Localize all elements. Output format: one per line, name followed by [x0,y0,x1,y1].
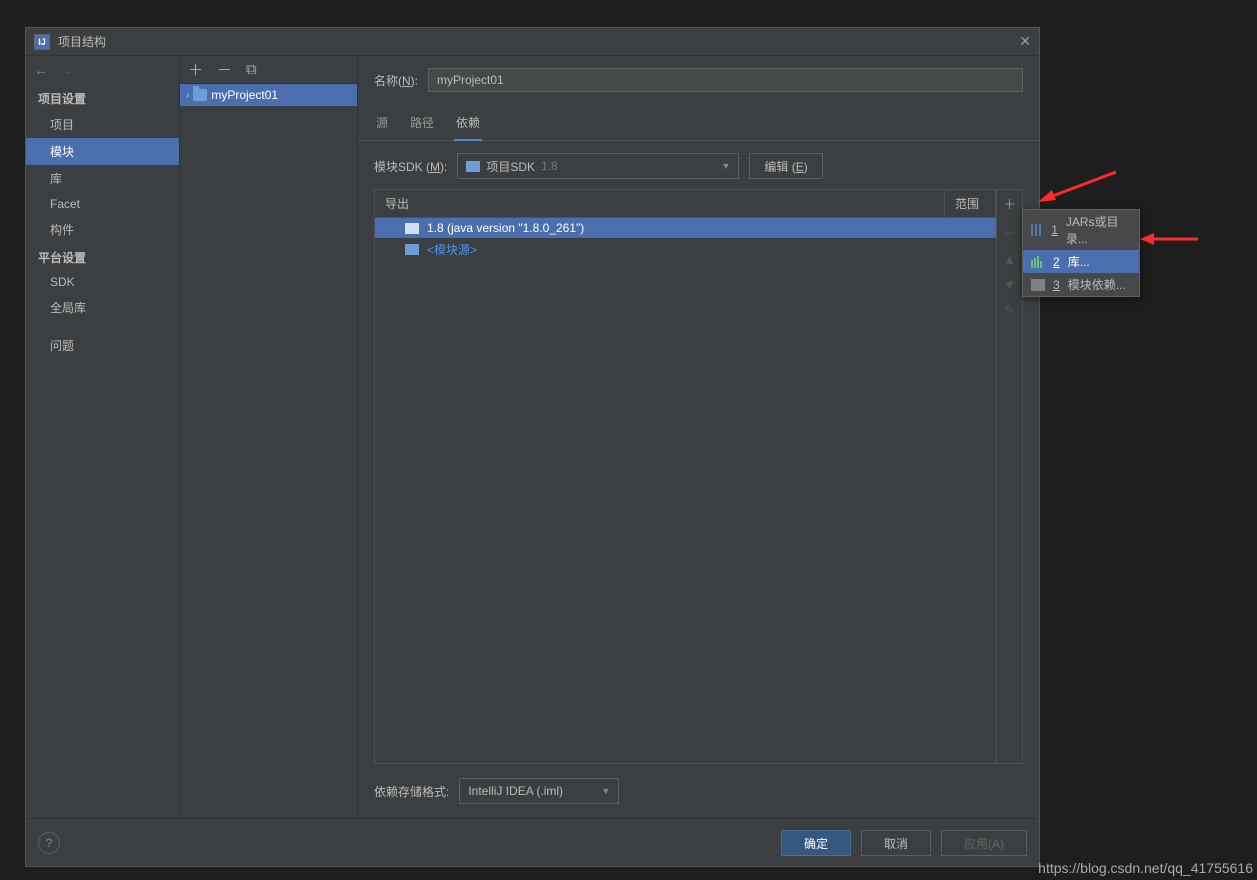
cancel-button[interactable]: 取消 [861,830,931,856]
titlebar: IJ 项目结构 ✕ [26,28,1039,56]
dependency-row-sdk[interactable]: 1.8 (java version "1.8.0_261") [375,218,996,238]
add-dependency-popup: 1 JARs或目录... 2 库... 3 模块依赖... [1022,209,1140,297]
section-project-settings: 项目设置 [26,84,179,111]
module-dep-icon [1031,279,1045,291]
table-main: 导出 范围 1.8 (java version "1.8.0_261") <模块… [375,190,996,763]
sdk-version: 1.8 [541,159,558,173]
settings-sidebar: ← → 项目设置 项目 模块 库 Facet 构件 平台设置 SDK 全局库 问… [26,56,180,818]
popup-item-library[interactable]: 2 库... [1023,250,1139,273]
dependencies-table: 导出 范围 1.8 (java version "1.8.0_261") <模块… [374,189,1023,764]
chevron-right-icon: › [186,90,189,101]
dependency-text: <模块源> [427,241,477,258]
window-title: 项目结构 [58,33,1019,50]
module-tabs: 源 路径 依赖 [358,108,1039,141]
sdk-row: 模块SDK (M): 项目SDK 1.8 ▼ 编辑 (E) [358,141,1039,189]
tab-sources[interactable]: 源 [374,108,390,140]
move-up-icon: ▲ [1003,252,1016,267]
move-down-icon: ▼ [1003,277,1016,292]
sdk-label: 模块SDK (M): [374,158,447,175]
storage-value: IntelliJ IDEA (.iml) [468,784,563,798]
sidebar-item-sdk[interactable]: SDK [26,270,179,294]
app-icon: IJ [34,34,50,50]
popup-num: 1 [1051,223,1058,237]
sdk-value: 项目SDK [486,158,535,175]
section-platform-settings: 平台设置 [26,243,179,270]
popup-num: 2 [1053,255,1060,269]
add-module-icon[interactable]: ＋ [188,59,203,80]
popup-label: 模块依赖... [1068,276,1126,293]
folder-icon [405,244,419,255]
popup-label: JARs或目录... [1066,213,1131,247]
remove-dependency-icon: － [1003,223,1016,242]
popup-item-module-dep[interactable]: 3 模块依赖... [1023,273,1139,296]
dialog-footer: ? 确定 取消 应用(A) [26,818,1039,866]
caret-down-icon: ▼ [601,786,610,796]
folder-icon [405,223,419,234]
close-icon[interactable]: ✕ [1019,33,1031,50]
sidebar-item-project[interactable]: 项目 [26,111,179,138]
apply-button: 应用(A) [941,830,1027,856]
nav-arrows: ← → [26,56,179,84]
add-dependency-icon[interactable]: ＋ [1003,194,1016,213]
library-icon [1031,256,1045,268]
module-name: myProject01 [211,88,278,102]
module-folder-icon [193,89,207,101]
dependency-row-module-source[interactable]: <模块源> [375,238,996,261]
module-tree-item[interactable]: › myProject01 [180,84,357,106]
sdk-folder-icon [466,161,480,172]
storage-format-select[interactable]: IntelliJ IDEA (.iml) ▼ [459,778,619,804]
module-name-input[interactable] [428,68,1023,92]
sidebar-item-libraries[interactable]: 库 [26,165,179,192]
dependency-text: 1.8 (java version "1.8.0_261") [427,221,584,235]
ok-button[interactable]: 确定 [781,830,851,856]
tab-dependencies[interactable]: 依赖 [454,108,482,141]
popup-num: 3 [1053,278,1060,292]
storage-label: 依赖存储格式: [374,783,449,800]
edit-dependency-icon: ✎ [1004,302,1015,318]
copy-module-icon[interactable]: ⧉ [246,61,257,78]
annotation-arrow-2 [1140,229,1200,252]
remove-module-icon[interactable]: － [217,59,232,80]
project-structure-dialog: IJ 项目结构 ✕ ← → 项目设置 项目 模块 库 Facet 构件 平台设置… [25,27,1040,867]
th-scope[interactable]: 范围 [945,190,996,217]
sidebar-item-problems[interactable]: 问题 [26,331,179,358]
sidebar-item-modules[interactable]: 模块 [26,138,179,165]
sidebar-item-global-libs[interactable]: 全局库 [26,294,179,321]
dialog-body: ← → 项目设置 项目 模块 库 Facet 构件 平台设置 SDK 全局库 问… [26,56,1039,818]
help-button[interactable]: ? [38,832,60,854]
module-detail-panel: 名称(N): 源 路径 依赖 模块SDK (M): 项目SDK 1.8 ▼ 编辑… [358,56,1039,818]
tab-paths[interactable]: 路径 [408,108,436,140]
popup-label: 库... [1068,253,1090,270]
name-row: 名称(N): [358,68,1039,92]
edit-sdk-button[interactable]: 编辑 (E) [749,153,822,179]
jar-icon [1031,224,1043,236]
table-side-actions: ＋ － ▲ ▼ ✎ [996,190,1022,763]
caret-down-icon: ▼ [721,161,730,171]
sdk-select[interactable]: 项目SDK 1.8 ▼ [457,153,739,179]
sidebar-item-artifacts[interactable]: 构件 [26,216,179,243]
sidebar-item-facet[interactable]: Facet [26,192,179,216]
annotation-arrow-1 [1038,170,1118,213]
module-toolbar: ＋ － ⧉ [180,56,357,84]
th-export[interactable]: 导出 [375,190,945,217]
storage-row: 依赖存储格式: IntelliJ IDEA (.iml) ▼ [358,764,1039,804]
watermark-text: https://blog.csdn.net/qq_41755616 [1038,860,1253,876]
back-arrow-icon[interactable]: ← [34,62,48,78]
table-header: 导出 范围 [375,190,996,218]
popup-item-jars[interactable]: 1 JARs或目录... [1023,210,1139,250]
module-tree-panel: ＋ － ⧉ › myProject01 [180,56,358,818]
name-label: 名称(N): [374,72,418,89]
forward-arrow-icon: → [58,62,72,78]
